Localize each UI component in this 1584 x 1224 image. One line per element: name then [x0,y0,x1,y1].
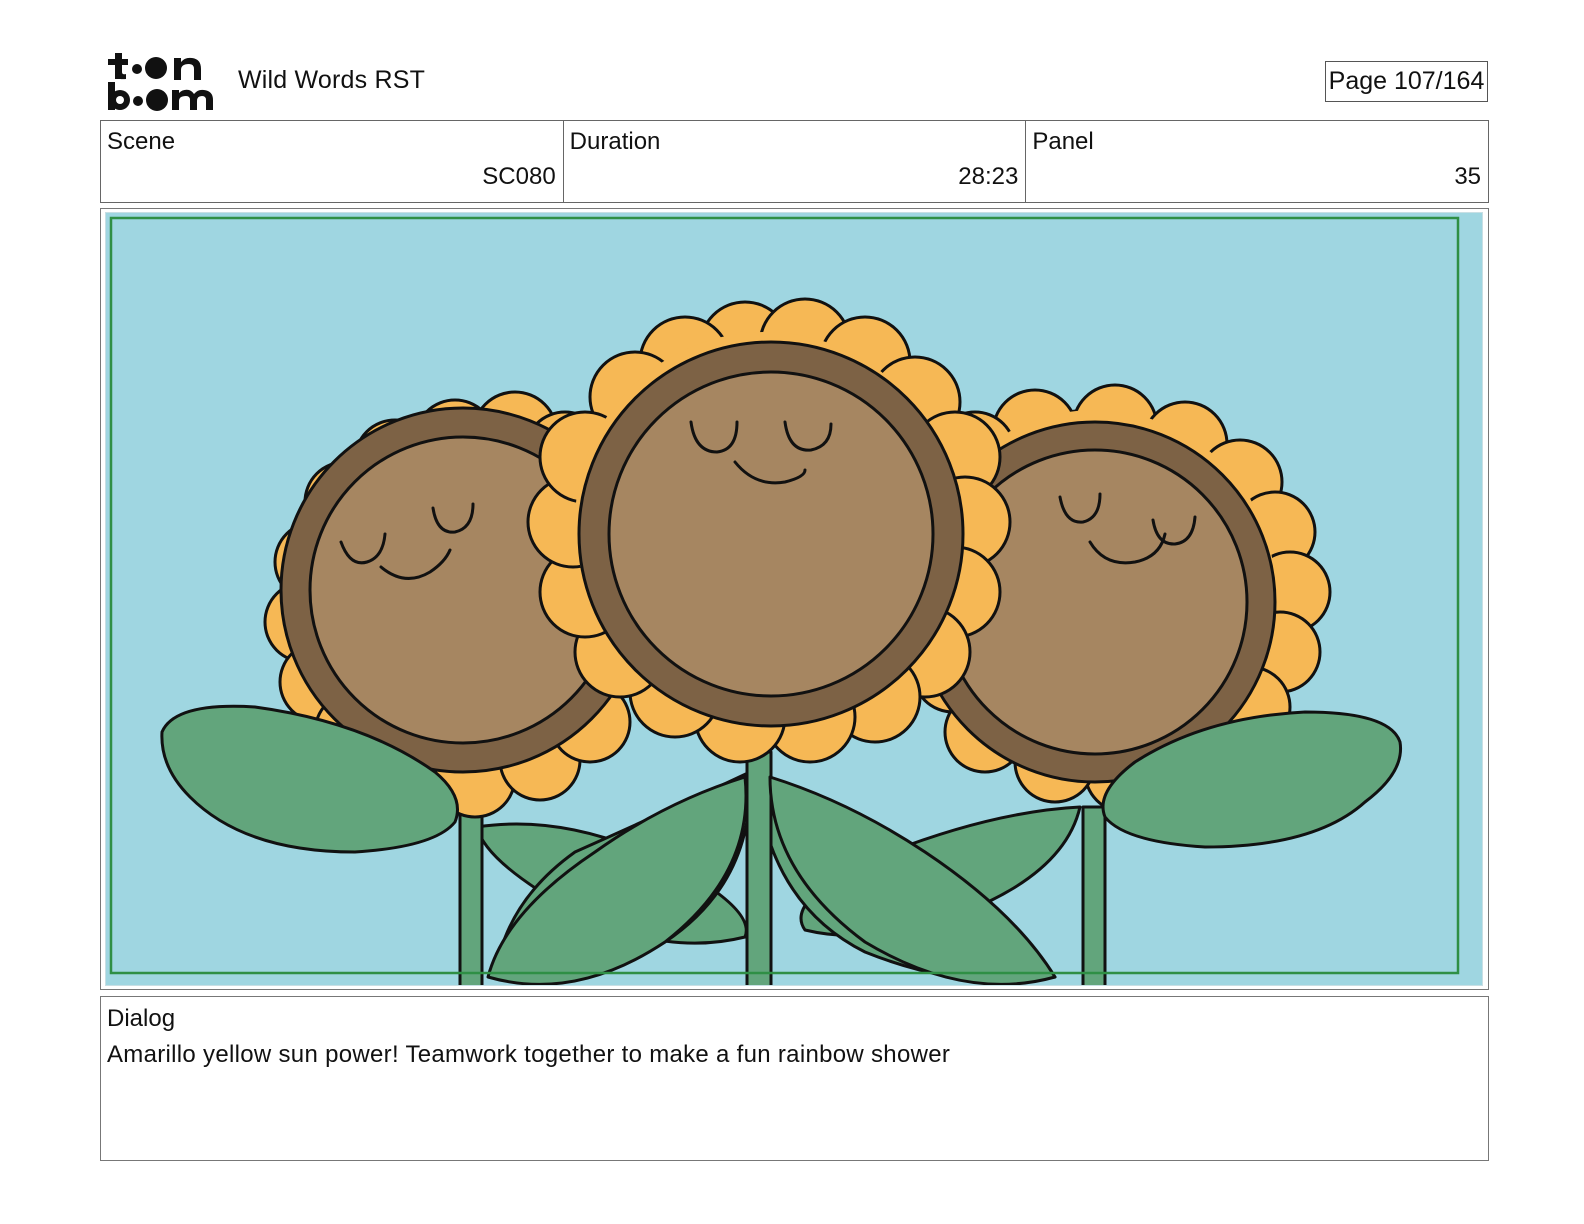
dialog-label: Dialog [107,1005,176,1032]
duration-label: Duration [569,128,661,155]
scene-label: Scene [107,128,176,155]
duration-value: 28:23 [958,163,1019,190]
scene-cell: Scene SC080 [101,121,564,202]
center-sunflower [526,297,1012,764]
panel-cell: Panel 35 [1026,121,1488,202]
sunflowers-illustration [105,212,1483,986]
storyboard-panel [100,208,1489,990]
panel-label: Panel [1032,128,1094,155]
panel-value: 35 [1454,163,1482,190]
duration-cell: Duration 28:23 [564,121,1027,202]
dialog-text: Amarillo yellow sun power! Teamwork toge… [107,1041,951,1068]
page-indicator: Page 107/164 [1325,61,1488,102]
scene-value: SC080 [482,163,556,190]
toon-boom-logo [108,53,213,111]
scene-info-table: Scene SC080 Duration 28:23 Panel 35 [100,120,1489,203]
project-title: Wild Words RST [238,66,426,94]
dialog-box: Dialog Amarillo yellow sun power! Teamwo… [100,996,1489,1161]
